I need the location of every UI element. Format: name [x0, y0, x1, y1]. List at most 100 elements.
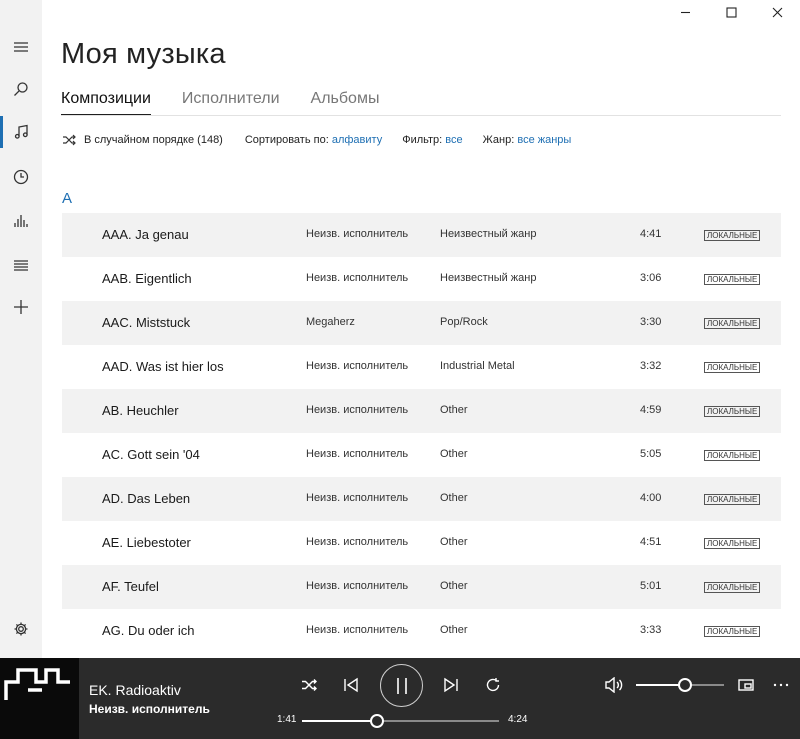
hamburger-menu-button[interactable] [0, 25, 42, 69]
song-artist[interactable]: Неизв. исполнитель [306, 448, 408, 460]
tab-albums[interactable]: Альбомы [311, 90, 380, 116]
seek-bar-thumb[interactable] [369, 714, 384, 728]
sort-value[interactable]: алфавиту [332, 134, 382, 146]
table-row[interactable]: AAA. Ja genau Неизв. исполнитель Неизвес… [62, 213, 781, 257]
filter-control[interactable]: Фильтр: все [402, 134, 462, 146]
song-artist[interactable]: Неизв. исполнитель [306, 404, 408, 416]
table-row[interactable]: AE. Liebestoter Неизв. исполнитель Other… [62, 521, 781, 565]
song-artist[interactable]: Неизв. исполнитель [306, 360, 408, 372]
mini-player-button[interactable] [735, 675, 757, 695]
song-genre: Other [440, 404, 468, 416]
elapsed-time: 1:41 [277, 714, 297, 725]
local-badge: ЛОКАЛЬНЫЕ [704, 538, 761, 549]
local-badge: ЛОКАЛЬНЫЕ [704, 274, 761, 285]
table-row[interactable]: AAD. Was ist hier los Неизв. исполнитель… [62, 345, 781, 389]
sort-label: Сортировать по: [244, 134, 329, 146]
local-badge: ЛОКАЛЬНЫЕ [704, 450, 761, 461]
gear-icon [14, 622, 28, 636]
song-list: AAA. Ja genau Неизв. исполнитель Неизвес… [62, 213, 781, 653]
close-icon [772, 7, 782, 17]
song-artist[interactable]: Megaherz [306, 316, 355, 328]
song-title: AB. Heuchler [102, 403, 179, 418]
window-controls [662, 0, 800, 24]
tab-divider [61, 115, 781, 116]
song-duration: 3:32 [640, 360, 662, 372]
more-options-button[interactable] [770, 675, 792, 695]
volume-thumb[interactable] [678, 678, 693, 692]
new-playlist-button[interactable] [0, 285, 42, 329]
song-title: AAC. Miststuck [102, 315, 191, 330]
now-playing-bar: EK. Radioaktiv Неизв. исполнитель 1:41 4… [0, 658, 800, 739]
shuffle-all-button[interactable]: В случайном порядке (148) [62, 134, 223, 146]
nav-my-music[interactable] [0, 110, 42, 154]
skip-back-icon [344, 677, 358, 693]
genre-control[interactable]: Жанр: все жанры [483, 134, 572, 146]
maximize-icon [725, 6, 737, 18]
table-row[interactable]: AG. Du oder ich Неизв. исполнитель Other… [62, 609, 781, 653]
hamburger-icon [14, 42, 28, 52]
song-genre: Other [440, 448, 468, 460]
shuffle-button[interactable] [298, 675, 320, 695]
now-playing-artist[interactable]: Неизв. исполнитель [89, 702, 210, 716]
song-artist[interactable]: Неизв. исполнитель [306, 536, 408, 548]
tab-artists[interactable]: Исполнители [182, 90, 280, 116]
now-playing-title[interactable]: EK. Radioaktiv [89, 682, 181, 698]
group-header-letter[interactable]: A [62, 190, 72, 207]
nav-now-playing[interactable] [0, 199, 42, 243]
tab-bar: Композиции Исполнители Альбомы [61, 90, 379, 116]
previous-button[interactable] [340, 675, 362, 695]
table-row[interactable]: AAC. Miststuck Megaherz Pop/Rock 3:30 ЛО… [62, 301, 781, 345]
volume-slider[interactable] [636, 678, 724, 692]
next-button[interactable] [440, 675, 462, 695]
local-badge: ЛОКАЛЬНЫЕ [704, 230, 761, 241]
song-genre: Неизвестный жанр [440, 228, 537, 240]
play-pause-button[interactable] [380, 664, 423, 707]
sort-control[interactable]: Сортировать по: алфавиту [245, 134, 382, 146]
nav-playlists[interactable] [0, 243, 42, 287]
minimize-button[interactable] [662, 0, 708, 24]
local-badge: ЛОКАЛЬНЫЕ [704, 406, 761, 417]
song-title: AC. Gott sein '04 [102, 447, 200, 462]
music-note-icon [14, 124, 28, 139]
pause-icon [396, 677, 407, 694]
filter-label: Фильтр: [402, 134, 443, 146]
table-row[interactable]: AF. Teufel Неизв. исполнитель Other 5:01… [62, 565, 781, 609]
song-artist[interactable]: Неизв. исполнитель [306, 580, 408, 592]
song-duration: 3:06 [640, 272, 662, 284]
table-row[interactable]: AD. Das Leben Неизв. исполнитель Other 4… [62, 477, 781, 521]
minimize-icon [680, 11, 690, 13]
song-artist[interactable]: Неизв. исполнитель [306, 624, 408, 636]
seek-bar-fill [302, 720, 377, 722]
song-genre: Other [440, 580, 468, 592]
table-row[interactable]: AB. Heuchler Неизв. исполнитель Other 4:… [62, 389, 781, 433]
maximize-button[interactable] [708, 0, 754, 24]
song-genre: Other [440, 624, 468, 636]
mini-player-icon [738, 679, 754, 691]
song-artist[interactable]: Неизв. исполнитель [306, 228, 408, 240]
song-genre: Other [440, 536, 468, 548]
genre-label: Жанр: [482, 134, 515, 146]
nav-recent[interactable] [0, 155, 42, 199]
settings-button[interactable] [0, 607, 42, 651]
close-button[interactable] [754, 0, 800, 24]
seek-bar[interactable] [302, 714, 499, 728]
song-title: AAB. Eigentlich [102, 271, 192, 286]
song-title: AD. Das Leben [102, 491, 191, 506]
song-artist[interactable]: Неизв. исполнитель [306, 492, 408, 504]
volume-button[interactable] [603, 675, 625, 695]
equalizer-icon [14, 215, 28, 227]
shuffle-icon [302, 679, 317, 691]
repeat-button[interactable] [482, 675, 504, 695]
search-button[interactable] [0, 67, 42, 111]
album-art[interactable] [0, 658, 79, 739]
repeat-icon [486, 678, 500, 692]
table-row[interactable]: AC. Gott sein '04 Неизв. исполнитель Oth… [62, 433, 781, 477]
song-artist[interactable]: Неизв. исполнитель [306, 272, 408, 284]
table-row[interactable]: AAB. Eigentlich Неизв. исполнитель Неизв… [62, 257, 781, 301]
song-genre: Pop/Rock [440, 316, 488, 328]
song-title: AE. Liebestoter [102, 535, 191, 550]
total-time: 4:24 [508, 714, 528, 725]
filter-value[interactable]: все [445, 134, 462, 146]
genre-value[interactable]: все жанры [517, 134, 571, 146]
tab-songs[interactable]: Композиции [61, 90, 151, 116]
